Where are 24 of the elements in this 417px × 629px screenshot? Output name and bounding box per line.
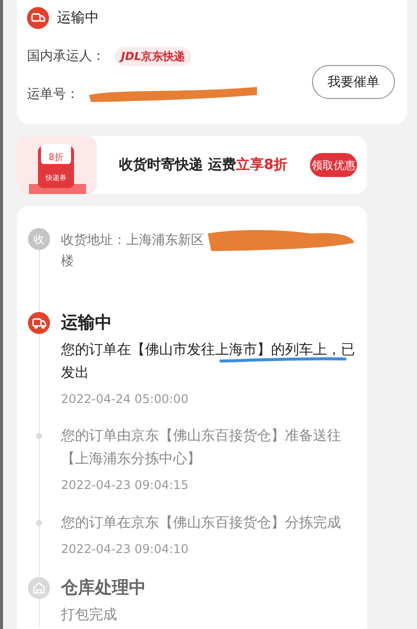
carrier-badge: JDL京东快递: [115, 46, 192, 66]
tracking-time: 2022-04-23 09:04:15: [61, 477, 190, 494]
address-text: 收货地址：上海浦东新区: [61, 232, 204, 250]
carrier-label: 国内承运人：: [27, 48, 106, 65]
tracking-text: 打包完成: [61, 606, 118, 625]
truck-icon: [28, 312, 50, 334]
tracking-text: 您的订单在京东【佛山东百接货仓】分拣完成: [61, 514, 342, 533]
stage-title: 仓库处理中: [61, 577, 147, 600]
timeline-dot: [36, 433, 42, 439]
status-title: 运输中: [57, 9, 99, 27]
promo-text: 收货时寄快递 运费立享8折: [119, 156, 288, 174]
tracking-time: 2022-04-23 09:04:10: [61, 541, 190, 558]
timeline-dot: [36, 520, 42, 526]
tracking-text: 您的订单在【佛山市发往上海市】的列车上，已发出: [61, 341, 356, 383]
address-badge: 收: [28, 228, 50, 250]
urge-button[interactable]: 我要催单: [312, 65, 395, 99]
claim-button[interactable]: 领取优惠: [310, 153, 357, 177]
address-text: 楼: [61, 253, 75, 271]
truck-icon: [27, 7, 49, 29]
tracking-time: 2022-04-24 05:00:00: [61, 391, 190, 408]
house-icon: [28, 577, 50, 599]
tracking-text: 您的订单由京东【佛山东百接货仓】准备送往【上海浦东分拣中心】: [61, 427, 342, 469]
stage-title: 运输中: [61, 312, 113, 335]
waybill-label: 运单号：: [27, 86, 79, 103]
